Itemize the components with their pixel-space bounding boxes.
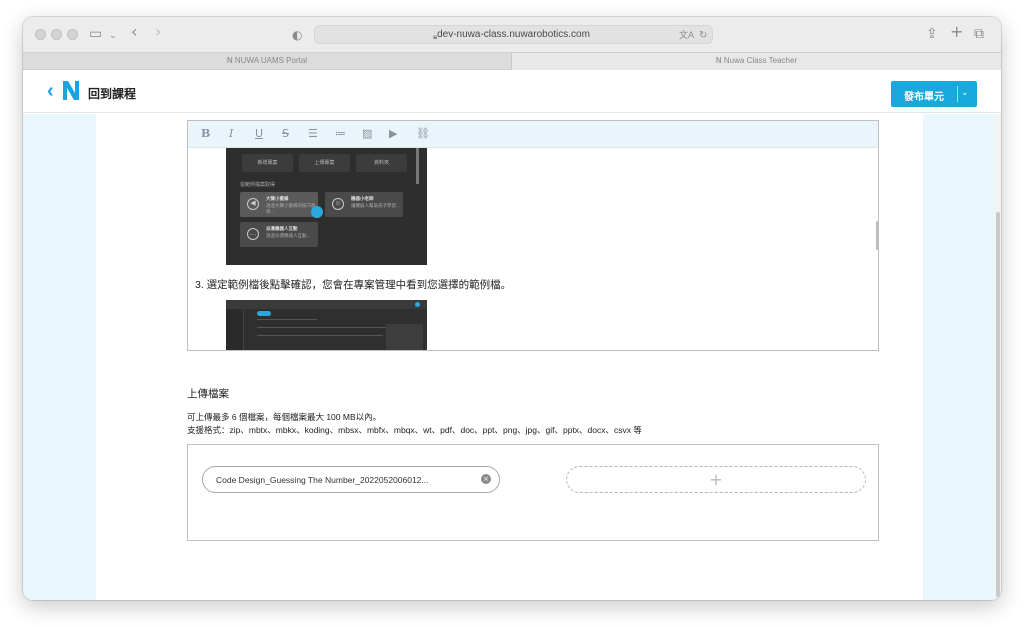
screenshot-pill: [257, 311, 271, 316]
sidebar-icon[interactable]: ▭: [89, 26, 102, 42]
new-tab-icon[interactable]: +: [950, 24, 963, 40]
indent-icon[interactable]: ☰: [308, 127, 318, 141]
robot-icon: ☺: [332, 198, 344, 210]
chevron-down-icon[interactable]: ⌄: [109, 28, 117, 44]
main-panel: B I U S ☰ ≔ ▨ ▶ ⛓ 新增專案 上傳專案 資料夾 從範例檔案取得: [96, 114, 923, 600]
editor-scrollbar[interactable]: [876, 221, 878, 250]
tile-new-project: 新增專案: [242, 154, 293, 172]
italic-button[interactable]: I: [229, 127, 233, 141]
screenshot-line: [257, 319, 317, 320]
plus-icon: +: [709, 470, 723, 489]
tab-class-teacher[interactable]: N Nuwa Class Teacher: [512, 53, 1001, 70]
forward-icon[interactable]: ›: [155, 24, 161, 40]
bullet-list-icon[interactable]: ≔: [335, 127, 346, 141]
content-area: B I U S ☰ ≔ ▨ ▶ ⛓ 新增專案 上傳專案 資料夾 從範例檔案取得: [23, 114, 1001, 600]
url-text: dev-nuwa-class.nuwarobotics.com: [437, 29, 590, 40]
upload-formats-text: 支援格式：zip、mbtx、mbkx、koding、mbsx、mbfx、mbqx…: [187, 425, 642, 435]
add-file-button[interactable]: +: [566, 466, 866, 493]
card-desc: 讓機器人幫助孩子學習...: [351, 203, 400, 208]
tile-folder: 資料夾: [356, 154, 407, 172]
minimize-window-button[interactable]: [51, 29, 62, 40]
reload-icon[interactable]: ↻: [699, 28, 707, 44]
tab-uams-portal[interactable]: N NUWA UAMS Portal: [23, 53, 511, 70]
card-desc: 透過派遣機器人互動...: [266, 233, 311, 238]
back-icon[interactable]: ‹: [131, 24, 137, 40]
button-divider: [957, 86, 958, 102]
browser-tab-bar: N NUWA UAMS Portal N Nuwa Class Teacher: [23, 52, 1001, 70]
rich-text-editor[interactable]: B I U S ☰ ≔ ▨ ▶ ⛓ 新增專案 上傳專案 資料夾 從範例檔案取得: [187, 120, 879, 351]
avatar-dot: [415, 302, 420, 307]
screenshot-topbar: [226, 300, 427, 309]
file-name: Code Design_Guessing The Number_20220520…: [216, 475, 429, 485]
translate-icon[interactable]: 文A: [679, 28, 694, 44]
section-label: 從範例檔案取得: [240, 182, 276, 188]
example-card: … 派遣機器人互動 透過派遣機器人互動...: [240, 222, 318, 247]
upload-limit-text: 可上傳最多 6 個檔案，每個檔案最大 100 MB以內。: [187, 412, 382, 422]
screenshot-line: [257, 335, 383, 336]
page-scroll-thumb[interactable]: [996, 212, 1000, 597]
screenshot-menu: [386, 324, 423, 350]
nuwa-logo: [63, 81, 79, 100]
browser-titlebar: ▭ ⌄ ‹ › ◐ 🔒︎ dev-nuwa-class.nuwarobotics…: [23, 17, 1001, 52]
image-icon[interactable]: ▨: [362, 127, 372, 141]
upload-description: 可上傳最多 6 個檔案，每個檔案最大 100 MB以內。 支援格式：zip、mb…: [187, 411, 642, 437]
upload-section-title: 上傳檔案: [187, 388, 229, 400]
editor-toolbar: B I U S ☰ ≔ ▨ ▶ ⛓: [188, 121, 878, 148]
tutorial-screenshot-2: [226, 300, 427, 350]
chevron-down-icon[interactable]: ⌄: [961, 87, 969, 98]
link-icon[interactable]: ⛓: [416, 127, 430, 141]
video-icon[interactable]: ▶: [389, 127, 397, 141]
chat-icon: …: [247, 228, 259, 240]
upload-dropzone: Code Design_Guessing The Number_20220520…: [187, 444, 879, 541]
browser-window: ▭ ⌄ ‹ › ◐ 🔒︎ dev-nuwa-class.nuwarobotics…: [23, 17, 1001, 600]
tabs-overview-icon[interactable]: ⧉: [974, 26, 984, 42]
card-title: 派遣機器人互動: [266, 226, 298, 231]
cursor-highlight: [311, 206, 323, 218]
address-bar[interactable]: 🔒︎ dev-nuwa-class.nuwarobotics.com 文A ↻: [314, 25, 713, 44]
tile-upload-project: 上傳專案: [299, 154, 350, 172]
underline-button[interactable]: U: [255, 127, 263, 141]
back-to-course-link[interactable]: 回到課程: [88, 85, 136, 102]
example-card: ☺ 機器小老師 讓機器人幫助孩子學習...: [325, 192, 403, 217]
card-title: 大聲小蜜蜂: [266, 196, 289, 201]
zoom-window-button[interactable]: [67, 29, 78, 40]
tutorial-screenshot-1: 新增專案 上傳專案 資料夾 從範例檔案取得 ◀ 大聲小蜜蜂 透過大聲小蜜蜂的技巧…: [226, 148, 427, 265]
example-card: ◀ 大聲小蜜蜂 透過大聲小蜜蜂的技巧教導...: [240, 192, 318, 217]
shield-icon[interactable]: ◐: [292, 27, 302, 43]
back-chevron-icon[interactable]: ‹: [47, 80, 54, 103]
remove-file-icon[interactable]: ×: [481, 474, 491, 484]
publish-unit-button[interactable]: 發布單元 ⌄: [891, 81, 977, 107]
tab-label: NUWA UAMS Portal: [234, 56, 308, 65]
page-scrollbar[interactable]: [995, 114, 1001, 600]
tab-label: Nuwa Class Teacher: [723, 56, 798, 65]
favicon-n-icon: N: [226, 56, 235, 65]
uploaded-file-chip[interactable]: Code Design_Guessing The Number_20220520…: [202, 466, 500, 493]
bold-button[interactable]: B: [201, 127, 210, 141]
screenshot-sidebar: [226, 309, 244, 350]
favicon-n-icon: N: [715, 56, 724, 65]
screenshot-scrollbar: [416, 148, 419, 184]
close-window-button[interactable]: [35, 29, 46, 40]
share-icon[interactable]: ⇪: [926, 26, 938, 42]
publish-label: 發布單元: [904, 92, 944, 103]
card-title: 機器小老師: [351, 196, 374, 201]
app-header: ‹ 回到課程 發布單元 ⌄: [23, 70, 1001, 113]
step-3-text: 3. 選定範例檔後點擊確認，您會在專案管理中看到您選擇的範例檔。: [195, 279, 512, 291]
strikethrough-button[interactable]: S: [282, 127, 289, 141]
megaphone-icon: ◀: [247, 198, 259, 210]
